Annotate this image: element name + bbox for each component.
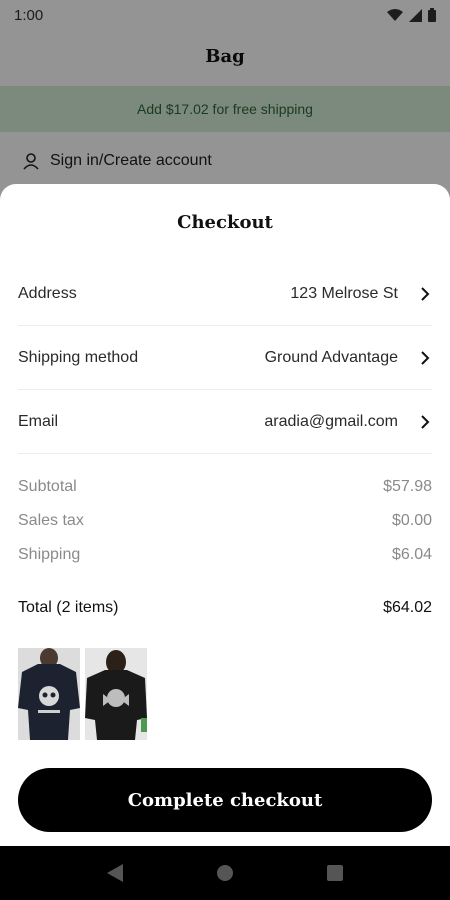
complete-checkout-button[interactable]: Complete checkout — [18, 768, 432, 832]
chevron-right-icon — [421, 414, 430, 429]
tshirt-angel-image — [85, 648, 147, 740]
subtotal-line: Subtotal $57.98 — [18, 478, 432, 496]
sales-tax-line: Sales tax $0.00 — [18, 512, 432, 530]
checkout-sheet: Checkout Address 123 Melrose St Shipping… — [0, 184, 450, 846]
address-label: Address — [18, 284, 77, 302]
chevron-right-icon — [421, 286, 430, 301]
nav-back[interactable] — [102, 860, 128, 886]
checkout-title: Checkout — [177, 212, 273, 233]
sales-tax-value: $0.00 — [391, 512, 432, 529]
email-value: aradia@gmail.com — [264, 412, 398, 430]
chevron-right-icon — [421, 350, 430, 365]
item-thumbnail-1[interactable] — [18, 648, 80, 740]
item-thumbnail-2[interactable] — [85, 648, 147, 740]
nav-home[interactable] — [212, 860, 238, 886]
shipping-method-value: Ground Advantage — [264, 348, 398, 366]
subtotal-label: Subtotal — [18, 478, 77, 495]
sales-tax-label: Sales tax — [18, 512, 84, 529]
recents-icon — [327, 865, 343, 881]
nav-recents[interactable] — [322, 860, 348, 886]
total-line: Total (2 items) $64.02 — [18, 599, 432, 617]
shipping-method-label: Shipping method — [18, 348, 139, 366]
email-label: Email — [18, 412, 59, 430]
email-row[interactable]: Email aradia@gmail.com — [18, 390, 432, 454]
address-row[interactable]: Address 123 Melrose St — [18, 262, 432, 326]
shipping-cost-line: Shipping $6.04 — [18, 546, 432, 564]
home-icon — [217, 865, 233, 881]
total-value: $64.02 — [383, 599, 432, 616]
navigation-bar — [0, 846, 450, 900]
subtotal-value: $57.98 — [383, 478, 432, 495]
tshirt-skull-image — [18, 648, 80, 740]
back-icon — [107, 864, 123, 882]
shipping-cost-label: Shipping — [18, 546, 81, 563]
total-label: Total (2 items) — [18, 599, 119, 616]
shipping-cost-value: $6.04 — [391, 546, 432, 563]
cart-items — [18, 648, 147, 740]
address-value: 123 Melrose St — [290, 284, 398, 302]
shipping-method-row[interactable]: Shipping method Ground Advantage — [18, 326, 432, 390]
